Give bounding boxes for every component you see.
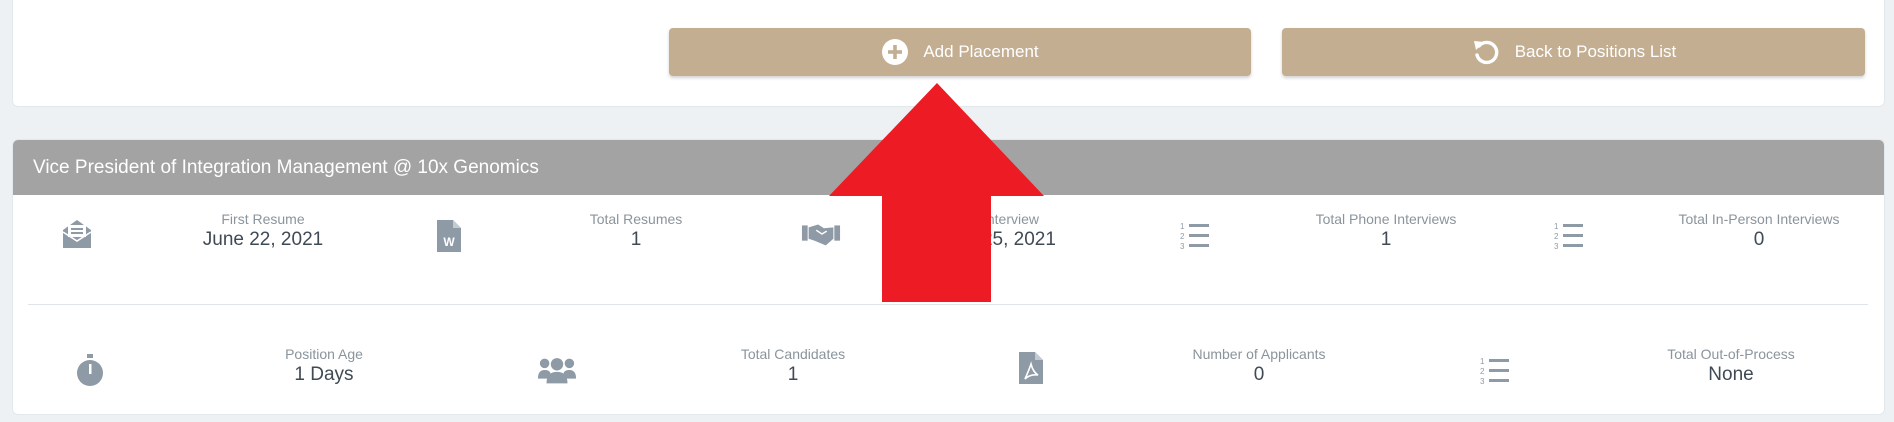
stats-row: First Resume June 22, 2021 W Total Resum…	[13, 198, 1884, 278]
svg-text:1: 1	[1180, 222, 1185, 231]
back-to-positions-button[interactable]: Back to Positions List	[1282, 28, 1865, 76]
action-toolbar: Add Placement Back to Positions List	[12, 0, 1885, 107]
svg-text:1: 1	[1554, 222, 1559, 231]
stat-total-out-of-process: Total Out-of-Process None	[1667, 346, 1795, 385]
stat-total-resumes: Total Resumes 1	[589, 211, 683, 250]
undo-icon	[1471, 37, 1501, 67]
svg-text:1: 1	[1480, 357, 1485, 366]
users-icon	[537, 350, 577, 390]
stat-total-in-person-interviews: Total In-Person Interviews 0	[1678, 211, 1840, 250]
numbered-list-icon: 1 2 3	[1549, 216, 1589, 256]
stat-position-age: Position Age 1 Days	[285, 346, 363, 385]
divider	[28, 304, 1868, 305]
numbered-list-icon: 1 2 3	[1475, 351, 1515, 391]
svg-text:3: 3	[1480, 377, 1485, 386]
add-placement-button[interactable]: Add Placement	[669, 28, 1251, 76]
handshake-icon	[801, 214, 841, 254]
envelope-open-icon	[57, 214, 97, 254]
word-file-icon: W	[429, 216, 469, 256]
svg-text:2: 2	[1480, 367, 1485, 376]
back-label: Back to Positions List	[1514, 42, 1677, 61]
svg-text:2: 2	[1554, 232, 1559, 241]
stat-number-of-applicants: Number of Applicants 0	[1192, 346, 1326, 385]
add-placement-label: Add Placement	[923, 42, 1039, 61]
pdf-file-icon	[1011, 348, 1051, 388]
stat-total-phone-interviews: Total Phone Interviews 1	[1315, 211, 1457, 250]
svg-text:W: W	[443, 235, 455, 249]
position-title: Vice President of Integration Management…	[13, 140, 1884, 195]
stat-total-candidates: Total Candidates 1	[740, 346, 846, 385]
stat-interview: Interview e 25, 2021	[966, 211, 1056, 250]
position-stats-card: Vice President of Integration Management…	[12, 139, 1885, 415]
stopwatch-icon	[70, 350, 110, 390]
svg-text:3: 3	[1554, 242, 1559, 251]
svg-text:2: 2	[1180, 232, 1185, 241]
plus-circle-icon	[881, 38, 909, 66]
stat-first-resume: First Resume June 22, 2021	[202, 211, 324, 250]
stats-row: Position Age 1 Days Total Candidates 1 N…	[13, 333, 1884, 413]
svg-text:3: 3	[1180, 242, 1185, 251]
numbered-list-icon: 1 2 3	[1175, 216, 1215, 256]
